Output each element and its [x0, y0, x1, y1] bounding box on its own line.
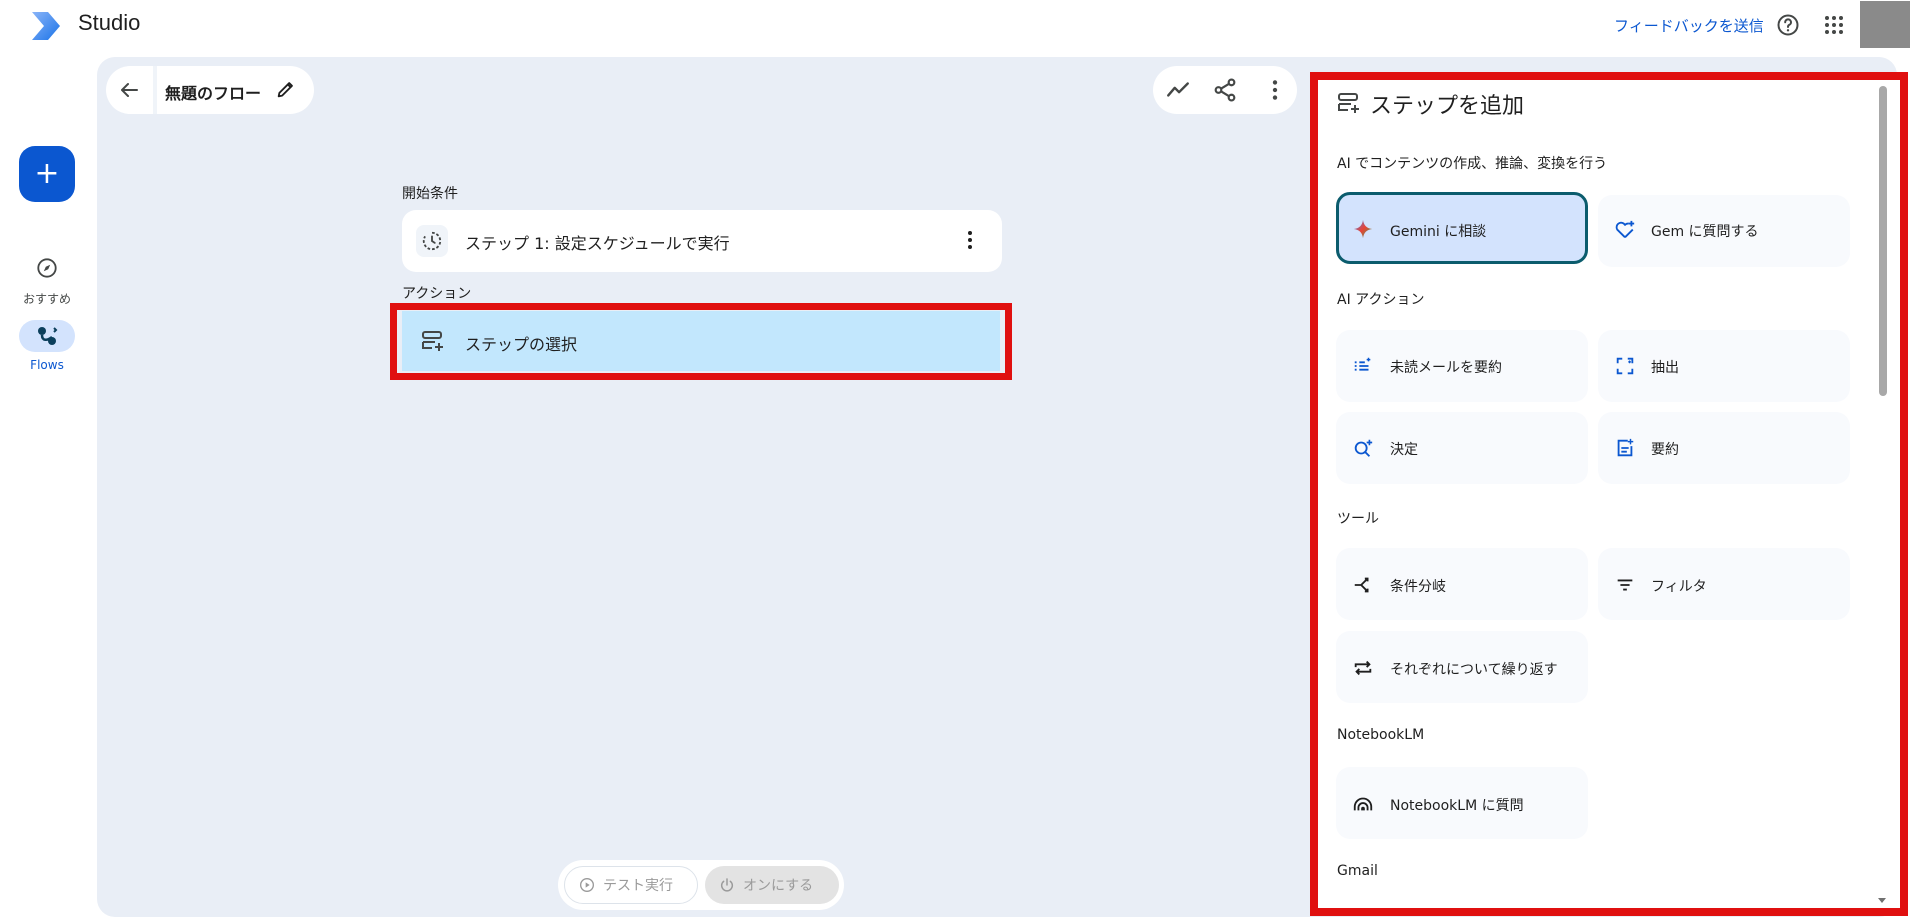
schedule-icon-wrap [416, 225, 448, 257]
help-icon[interactable] [1776, 13, 1800, 37]
app-name: Studio [78, 10, 141, 35]
avatar[interactable] [1860, 1, 1910, 48]
trigger-section-label: 開始条件 [402, 186, 458, 202]
gem-icon [1615, 220, 1635, 238]
top-bar: Studio フィードバックを送信 [0, 0, 1916, 50]
panel-section-tools: ツール [1337, 511, 1379, 527]
back-arrow-icon[interactable] [117, 78, 141, 102]
flows-icon [38, 327, 58, 345]
rail-item-label: Flows [30, 358, 64, 372]
feedback-link[interactable]: フィードバックを送信 [1614, 15, 1764, 36]
extract-icon [1616, 357, 1634, 375]
turn-on-button[interactable]: オンにする [705, 866, 839, 904]
plus-icon: + [34, 156, 60, 191]
select-step-label: ステップの選択 [465, 335, 578, 354]
tile-label: Gem に質問する [1651, 224, 1759, 240]
studio-logo-icon [32, 12, 60, 40]
panel-scroll-thumb[interactable] [1879, 86, 1887, 396]
flow-title[interactable]: 無題のフロー [165, 80, 261, 104]
step-more-icon[interactable] [958, 228, 982, 252]
test-run-button[interactable]: テスト実行 [564, 866, 698, 904]
repeat-icon [1354, 660, 1372, 676]
schedule-icon [422, 231, 442, 251]
branch-icon [1354, 577, 1369, 593]
tile-label: Gemini に相談 [1390, 224, 1487, 240]
play-circle-icon [580, 878, 594, 892]
decide-icon [1354, 439, 1373, 457]
panel-section-notebooklm: NotebookLM [1337, 727, 1425, 743]
tile-label: 条件分岐 [1390, 579, 1446, 595]
tile-label: フィルタ [1651, 579, 1707, 595]
tile-label: 未読メールを要約 [1390, 360, 1502, 376]
create-button[interactable]: + [19, 146, 75, 202]
add-step-icon [422, 331, 443, 351]
gemini-sparkle-icon [1353, 219, 1373, 239]
rail-item-label: おすすめ [22, 292, 71, 306]
panel-section-gmail: Gmail [1337, 863, 1378, 879]
filter-icon [1617, 579, 1633, 591]
rail-item-recommended[interactable]: おすすめ [0, 252, 94, 307]
tile-label: 抽出 [1651, 360, 1679, 376]
edit-pencil-icon[interactable] [275, 78, 297, 100]
compass-icon [37, 258, 57, 278]
add-step-icon [1338, 93, 1359, 113]
activity-chart-icon[interactable] [1165, 77, 1191, 103]
rail-item-flows[interactable]: Flows [0, 320, 94, 372]
scroll-down-arrow-icon[interactable] [1875, 893, 1889, 907]
summarize-list-icon [1354, 357, 1371, 371]
notebooklm-icon [1353, 797, 1373, 811]
apps-grid-icon[interactable] [1822, 13, 1846, 37]
tile-label: 要約 [1651, 442, 1679, 458]
more-vert-icon[interactable] [1262, 77, 1288, 103]
action-section-label: アクション [402, 286, 472, 302]
tile-label: NotebookLM に質問 [1390, 798, 1524, 814]
share-icon[interactable] [1212, 77, 1238, 103]
trigger-step-label: ステップ 1: 設定スケジュールで実行 [465, 234, 730, 253]
panel-section-ai-content: AI でコンテンツの作成、推論、変換を行う [1337, 156, 1608, 172]
tile-label: 決定 [1390, 442, 1418, 458]
panel-section-ai-actions: AI アクション [1337, 292, 1425, 308]
power-icon [721, 878, 733, 892]
summary-doc-icon [1617, 438, 1634, 457]
panel-title: ステップを追加 [1370, 94, 1525, 119]
tile-label: それぞれについて繰り返す [1390, 662, 1558, 678]
